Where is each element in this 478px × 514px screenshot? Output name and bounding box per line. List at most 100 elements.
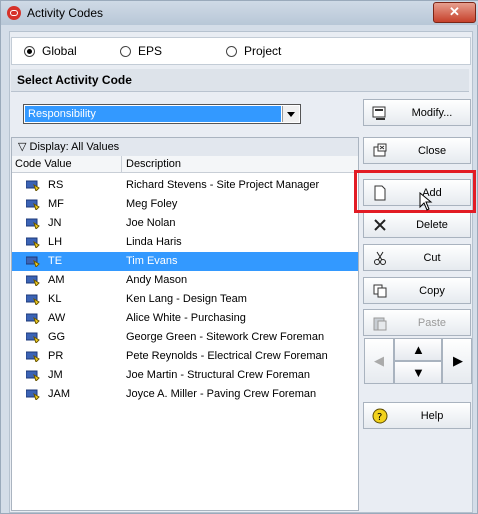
activity-code-icon <box>26 313 40 324</box>
move-up-button[interactable]: ▲ <box>394 338 442 361</box>
delete-button[interactable]: Delete <box>363 211 471 238</box>
radio-global[interactable]: Global <box>24 44 77 58</box>
code-type-selected: Responsibility <box>25 106 281 122</box>
move-left-button[interactable]: ◀ <box>364 338 394 384</box>
code-value: AM <box>48 274 65 286</box>
list-item[interactable]: PR Pete Reynolds - Electrical Crew Forema… <box>12 347 358 366</box>
code-description: Joe Nolan <box>126 217 176 229</box>
arrow-up-icon: ▲ <box>412 342 425 357</box>
radio-global-label: Global <box>42 44 77 58</box>
column-header-description[interactable]: Description <box>126 156 181 172</box>
activity-code-icon <box>26 180 40 191</box>
close-window-icon <box>373 143 387 156</box>
code-value: RS <box>48 179 64 191</box>
delete-label: Delete <box>416 218 448 231</box>
move-arrows: ◀ ▲ ▼ ▶ <box>364 338 472 384</box>
arrow-right-icon: ▶ <box>453 353 463 368</box>
code-description: George Green - Sitework Crew Foreman <box>126 331 325 343</box>
move-down-button[interactable]: ▼ <box>394 361 442 384</box>
arrow-left-icon: ◀ <box>374 353 384 368</box>
list-item[interactable]: GG George Green - Sitework Crew Foreman <box>12 328 358 347</box>
modify-icon <box>372 106 386 120</box>
code-description: Pete Reynolds - Electrical Crew Foreman <box>126 350 328 362</box>
svg-text:?: ? <box>377 412 382 423</box>
code-description: Andy Mason <box>126 274 188 286</box>
window-close-button[interactable]: ✕ <box>433 2 476 23</box>
activity-code-icon <box>26 218 40 229</box>
arrow-down-icon: ▼ <box>412 365 425 380</box>
list-item[interactable]: KL Ken Lang - Design Team <box>12 290 358 309</box>
list-item[interactable]: JAM Joyce A. Miller - Paving Crew Foreman <box>12 385 358 404</box>
help-icon: ? <box>372 408 388 423</box>
activity-code-icon <box>26 256 40 267</box>
help-button[interactable]: ? Help <box>363 402 471 429</box>
activity-code-icon <box>26 389 40 400</box>
code-description: Joyce A. Miller - Paving Crew Foreman <box>126 388 317 400</box>
activity-code-icon <box>26 199 40 210</box>
chevron-down-icon[interactable] <box>282 106 299 122</box>
code-value: JN <box>48 217 62 229</box>
activity-code-icon <box>26 237 40 248</box>
radio-eps[interactable]: EPS <box>120 44 162 58</box>
modify-label: Modify... <box>411 106 453 119</box>
code-value: LH <box>48 236 63 248</box>
code-type-select[interactable]: Responsibility <box>23 104 301 124</box>
move-right-button[interactable]: ▶ <box>442 338 472 384</box>
cut-label: Cut <box>423 251 441 264</box>
activity-code-list: ▽ Display: All Values Code Value Descrip… <box>11 137 359 511</box>
scope-radio-group: Global EPS Project <box>11 37 471 65</box>
radio-eps-dot[interactable] <box>120 45 131 57</box>
code-value: AW <box>48 312 66 324</box>
delete-x-icon <box>374 218 386 231</box>
code-value: KL <box>48 293 62 305</box>
code-description: Richard Stevens - Site Project Manager <box>126 179 320 191</box>
list-item[interactable]: MF Meg Foley <box>12 195 358 214</box>
mouse-cursor-icon <box>419 192 433 211</box>
copy-label: Copy <box>419 284 445 297</box>
title-bar: Activity Codes ✕ <box>1 1 478 25</box>
code-value: MF <box>48 198 64 210</box>
list-item[interactable]: TE Tim Evans <box>12 252 358 271</box>
activity-code-icon <box>26 332 40 343</box>
highlight-box <box>354 170 476 213</box>
code-description: Joe Martin - Structural Crew Foreman <box>126 369 310 381</box>
copy-icon <box>373 284 387 297</box>
paste-button[interactable]: Paste <box>363 309 471 336</box>
list-item[interactable]: JM Joe Martin - Structural Crew Foreman <box>12 366 358 385</box>
code-description: Ken Lang - Design Team <box>126 293 247 305</box>
list-item[interactable]: AW Alice White - Purchasing <box>12 309 358 328</box>
list-item[interactable]: RS Richard Stevens - Site Project Manager <box>12 176 358 195</box>
scissors-icon <box>374 251 386 265</box>
close-button[interactable]: Close <box>363 137 471 164</box>
window-title: Activity Codes <box>27 6 104 20</box>
code-value: JM <box>48 369 63 381</box>
radio-project[interactable]: Project <box>226 44 281 58</box>
radio-project-dot[interactable] <box>226 45 237 57</box>
oracle-icon <box>7 6 21 20</box>
display-label: Display: All Values <box>29 141 120 153</box>
activity-code-icon <box>26 294 40 305</box>
list-item[interactable]: JN Joe Nolan <box>12 214 358 233</box>
list-item[interactable]: LH Linda Haris <box>12 233 358 252</box>
code-value: TE <box>48 255 63 267</box>
code-value: JAM <box>48 388 70 400</box>
code-value: GG <box>48 331 66 343</box>
activity-codes-dialog: Activity Codes ✕ Global EPS Project Sele… <box>0 0 478 514</box>
help-label: Help <box>420 409 444 422</box>
collapse-icon: ▽ <box>18 141 30 153</box>
radio-global-dot[interactable] <box>24 45 35 57</box>
cut-button[interactable]: Cut <box>363 244 471 271</box>
activity-code-icon <box>26 351 40 362</box>
radio-eps-label: EPS <box>138 44 163 58</box>
list-item[interactable]: AM Andy Mason <box>12 271 358 290</box>
paste-label: Paste <box>417 316 447 329</box>
display-filter[interactable]: ▽ Display: All Values <box>12 138 358 157</box>
code-description: Meg Foley <box>126 198 178 210</box>
modify-button[interactable]: Modify... <box>363 99 471 126</box>
column-header-code[interactable]: Code Value <box>15 156 122 172</box>
code-description: Alice White - Purchasing <box>126 312 246 324</box>
column-headers: Code Value Description <box>12 156 358 173</box>
activity-code-icon <box>26 275 40 286</box>
copy-button[interactable]: Copy <box>363 277 471 304</box>
section-title: Select Activity Code <box>11 69 469 92</box>
